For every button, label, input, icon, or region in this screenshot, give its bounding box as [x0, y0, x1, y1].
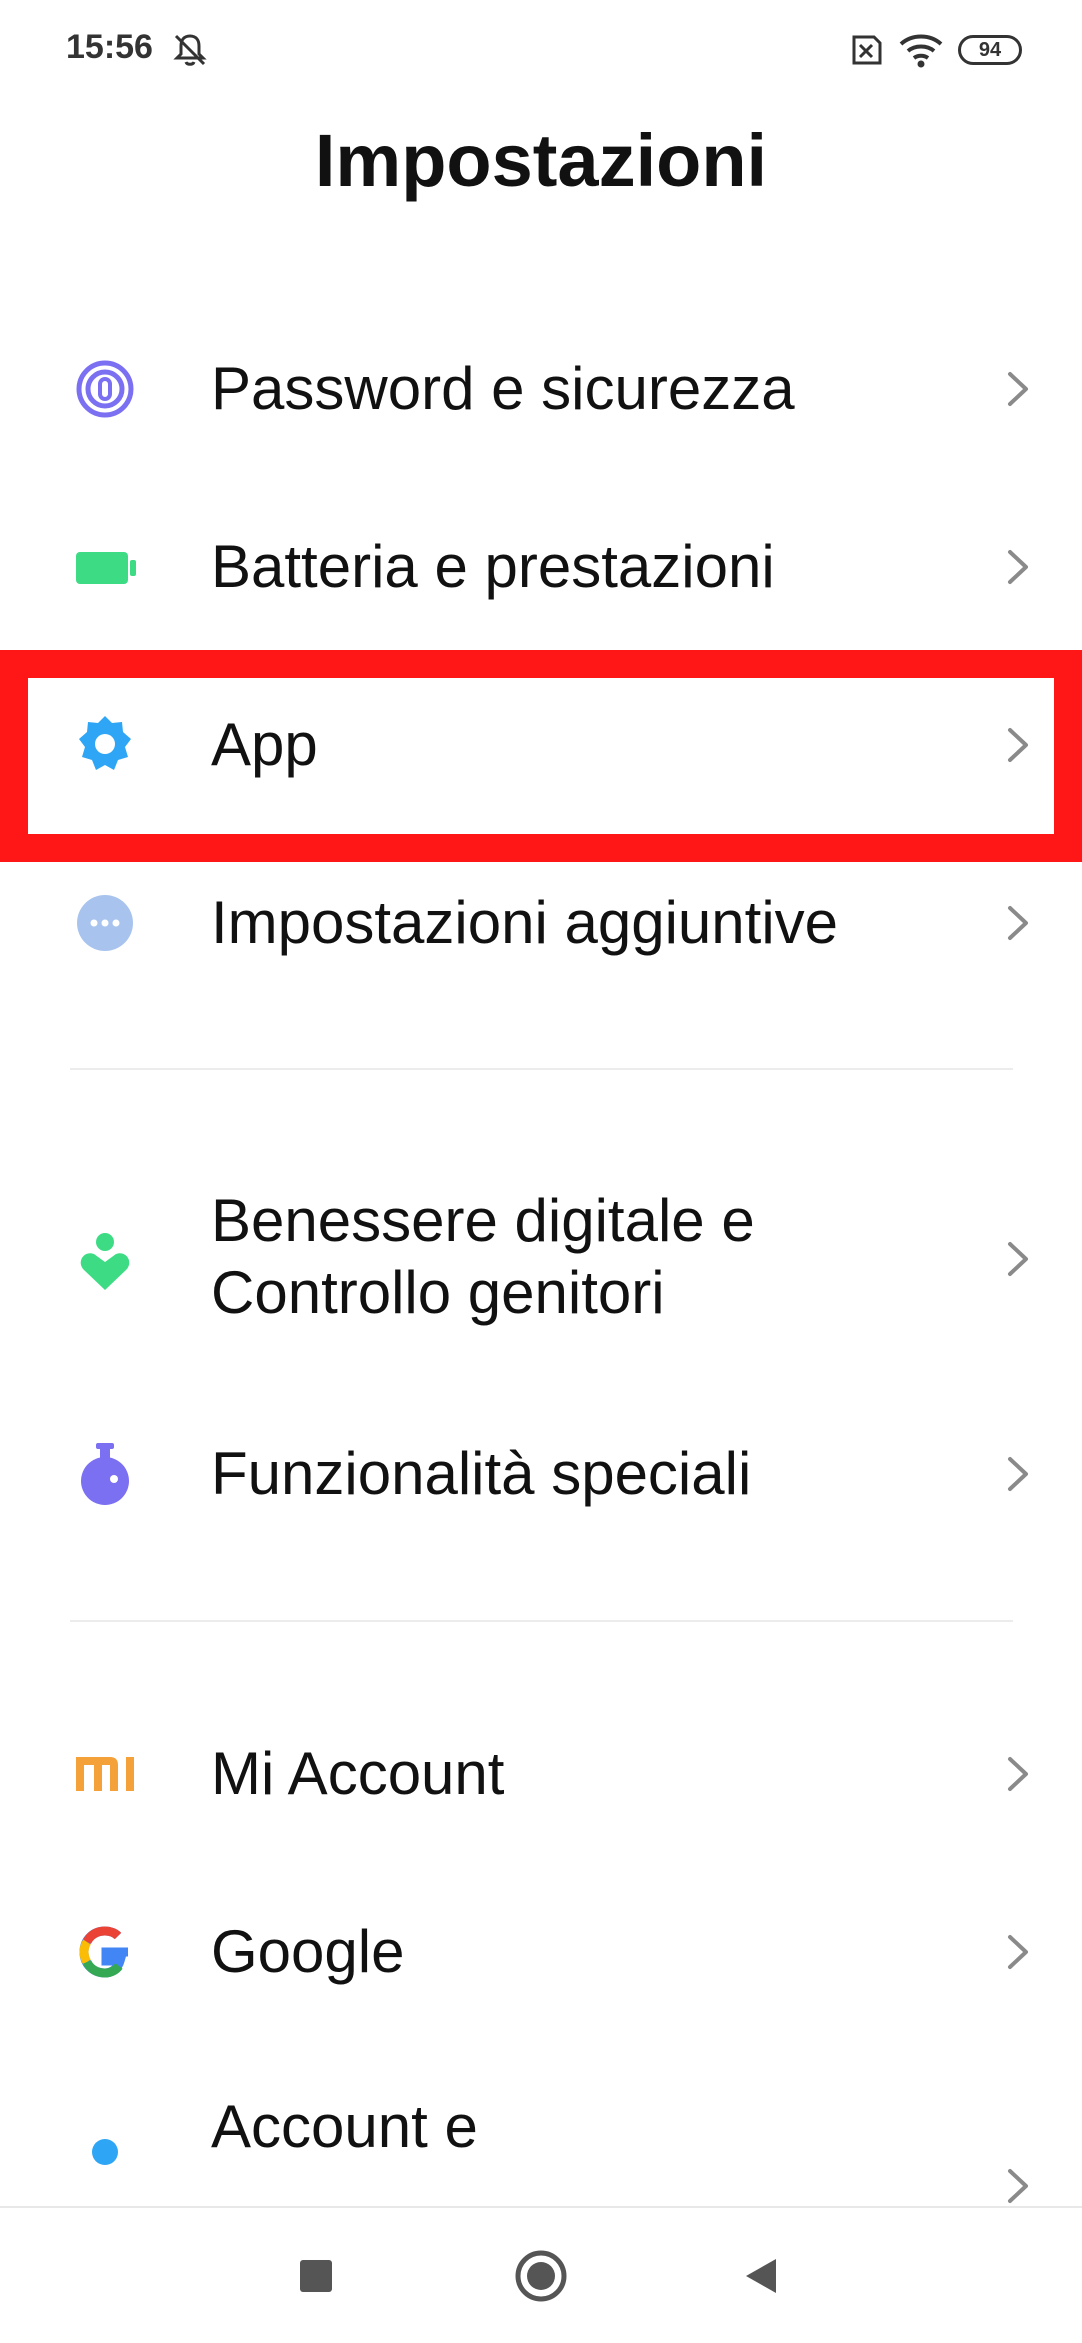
home-button[interactable]: [496, 2208, 586, 2343]
settings-item-wellbeing[interactable]: Benessere digitale e Controllo genitori: [0, 1168, 1082, 1346]
settings-item-mi-account[interactable]: Mi Account: [0, 1685, 1082, 1863]
settings-item-special[interactable]: Funzionalità speciali: [0, 1385, 1082, 1563]
back-triangle-icon: [746, 2258, 776, 2293]
wifi-icon: [899, 34, 943, 68]
settings-item-battery[interactable]: Batteria e prestazioni: [0, 478, 1082, 656]
chevron-right-icon: [1008, 1242, 1028, 1276]
flask-icon: [81, 1443, 129, 1505]
more-icon: [77, 895, 133, 951]
chevron-right-icon: [1008, 372, 1028, 406]
settings-item-label: Password e sicurezza: [211, 355, 795, 422]
status-bar: 15:56 94: [0, 0, 1082, 100]
settings-item-label: Account e: [211, 2093, 478, 2160]
status-icons: 94: [846, 30, 1022, 70]
settings-item-password[interactable]: Password e sicurezza: [0, 300, 1082, 478]
navigation-bar: [0, 2206, 1082, 2343]
battery-icon: 94: [958, 35, 1022, 65]
chevron-right-icon: [1008, 1935, 1028, 1969]
google-logo-icon: [79, 1926, 128, 1978]
chevron-right-icon: [1008, 906, 1028, 940]
settings-item-label: Funzionalità speciali: [211, 1440, 752, 1507]
settings-item-label: Batteria e prestazioni: [211, 533, 775, 600]
settings-item-google[interactable]: Google: [0, 1863, 1082, 2041]
mute-icon: [173, 34, 207, 66]
wellbeing-icon: [80, 1233, 130, 1290]
sim-icon: [852, 35, 882, 65]
chevron-right-icon: [1008, 1757, 1028, 1791]
home-circle-icon: [515, 2250, 567, 2301]
section-divider: [70, 1068, 1013, 1070]
square-icon: [300, 2259, 332, 2292]
settings-item-label: Google: [211, 1918, 405, 1985]
settings-item-label: Benessere digitale e Controllo genitori: [211, 1187, 755, 1326]
section-divider: [70, 1620, 1013, 1622]
chevron-right-icon: [1008, 2169, 1028, 2203]
status-time: 15:56: [66, 28, 153, 66]
account-icon: [92, 2139, 118, 2165]
chevron-right-icon: [1008, 1457, 1028, 1491]
highlight-box: [0, 650, 1082, 862]
mi-logo-icon: [76, 1757, 134, 1791]
settings-item-accounts[interactable]: Account e: [0, 2041, 1082, 2206]
settings-item-label: Mi Account: [211, 1740, 505, 1807]
page-title: Impostazioni: [314, 119, 768, 202]
chevron-right-icon: [1008, 550, 1028, 584]
back-button[interactable]: [717, 2208, 807, 2343]
fingerprint-icon: [76, 360, 134, 418]
recents-button[interactable]: [271, 2208, 361, 2343]
battery-icon: [76, 552, 136, 584]
